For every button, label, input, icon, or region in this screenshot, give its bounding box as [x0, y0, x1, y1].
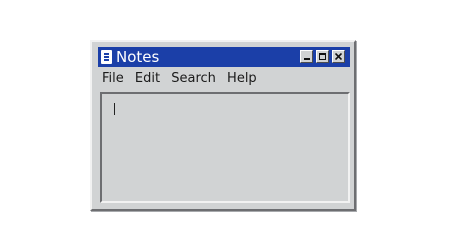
notepad-icon [101, 50, 112, 64]
minimize-icon [304, 58, 310, 60]
menu-search[interactable]: Search [171, 70, 216, 88]
close-button[interactable] [332, 50, 345, 63]
maximize-icon [319, 53, 326, 60]
title-bar[interactable]: Notes [98, 47, 350, 67]
close-icon [335, 53, 342, 60]
menu-bar: File Edit Search Help [102, 70, 264, 88]
menu-edit[interactable]: Edit [135, 70, 160, 88]
menu-help[interactable]: Help [227, 70, 257, 88]
maximize-button[interactable] [316, 50, 329, 63]
window-title: Notes [116, 48, 160, 66]
text-caret [114, 103, 115, 115]
minimize-button[interactable] [300, 50, 313, 63]
text-editor-area[interactable] [100, 92, 350, 203]
notes-window: Notes File Edit Search Help [90, 40, 356, 211]
menu-file[interactable]: File [102, 70, 124, 88]
